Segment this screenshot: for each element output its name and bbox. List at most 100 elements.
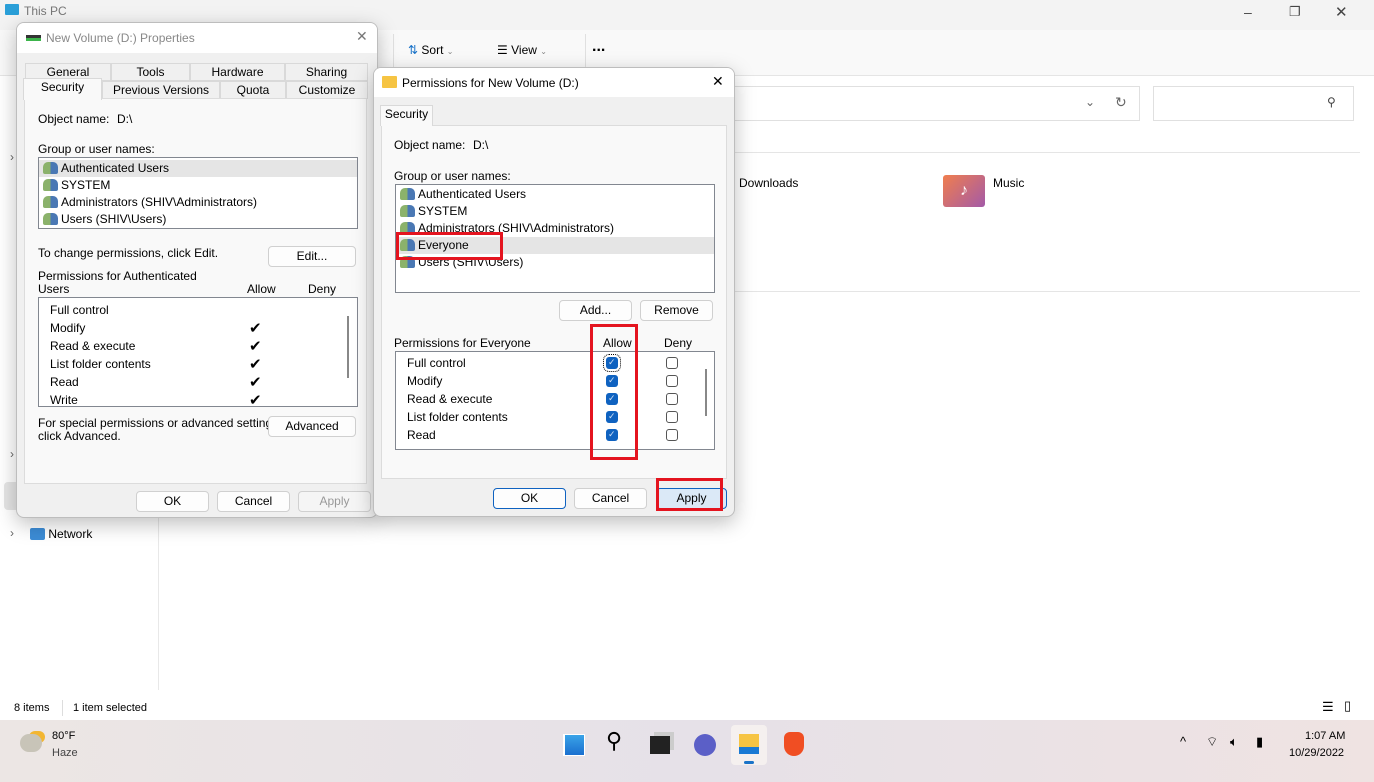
divider xyxy=(393,34,394,70)
check-icon: ✔ xyxy=(249,338,262,355)
battery-icon[interactable]: ▮ xyxy=(1256,734,1263,750)
tab-customize[interactable]: Customize xyxy=(286,81,368,99)
deny-header: Deny xyxy=(664,336,693,350)
music-folder-icon[interactable]: ♪ xyxy=(943,175,985,207)
weather-text[interactable]: Haze xyxy=(52,747,78,759)
list-item[interactable]: SYSTEM xyxy=(400,203,467,220)
item-music[interactable]: Music xyxy=(993,176,1024,190)
more-button[interactable]: ... xyxy=(592,38,605,56)
highlight-apply xyxy=(656,478,723,511)
permission-name: Full control xyxy=(50,303,109,317)
search-input[interactable] xyxy=(1153,86,1354,121)
deny-checkbox[interactable] xyxy=(666,375,678,387)
check-icon: ✔ xyxy=(249,374,262,391)
ok-button[interactable]: OK xyxy=(136,491,209,512)
file-explorer-taskbar-icon[interactable] xyxy=(731,725,767,765)
tab-security[interactable]: Security xyxy=(380,105,433,126)
tab-sharing[interactable]: Sharing xyxy=(285,63,368,81)
view-button[interactable]: ☰ View ⌄ xyxy=(497,43,547,57)
divider xyxy=(585,34,586,70)
computer-icon xyxy=(5,4,19,15)
permission-name: Modify xyxy=(407,374,443,388)
list-item[interactable]: Authenticated Users xyxy=(400,186,526,203)
weather-icon[interactable] xyxy=(20,734,42,752)
details-view-icon[interactable]: ☰ xyxy=(1322,699,1334,715)
users-list[interactable]: Authenticated Users SYSTEM Administrator… xyxy=(38,157,358,229)
close-window-button[interactable]: ✕ xyxy=(1335,3,1348,21)
list-item[interactable]: Administrators (SHIV\Administrators) xyxy=(43,194,257,211)
start-icon[interactable] xyxy=(563,734,585,756)
deny-checkbox[interactable] xyxy=(666,411,678,423)
cancel-button[interactable]: Cancel xyxy=(574,488,647,509)
edit-button[interactable]: Edit... xyxy=(268,246,356,267)
task-view-icon[interactable] xyxy=(650,736,670,754)
advanced-button[interactable]: Advanced xyxy=(268,416,356,437)
close-button[interactable]: ✕ xyxy=(356,28,368,45)
view-icon: ☰ xyxy=(497,43,508,57)
item-downloads[interactable]: Downloads xyxy=(739,176,798,190)
tiles-view-icon[interactable]: ▯ xyxy=(1344,698,1351,714)
highlight-everyone xyxy=(396,232,503,260)
tab-hardware[interactable]: Hardware xyxy=(190,63,285,81)
status-selected: 1 item selected xyxy=(73,702,147,714)
status-count: 8 items xyxy=(14,702,50,714)
check-icon: ✔ xyxy=(249,356,262,373)
chevron-right-icon[interactable]: › xyxy=(10,526,14,540)
cancel-button[interactable]: Cancel xyxy=(217,491,290,512)
allow-header: Allow xyxy=(247,282,276,296)
deny-checkbox[interactable] xyxy=(666,429,678,441)
permission-name: Full control xyxy=(407,356,466,370)
object-name-value: D:\ xyxy=(117,112,133,126)
ok-button[interactable]: OK xyxy=(493,488,566,509)
clock-date[interactable]: 10/29/2022 xyxy=(1289,747,1344,759)
volume-icon[interactable]: 🔈︎ xyxy=(1230,734,1238,750)
deny-checkbox[interactable] xyxy=(666,357,678,369)
show-hidden-icons[interactable]: ^ xyxy=(1180,734,1186,749)
permission-name: Read & execute xyxy=(407,392,493,406)
deny-checkbox[interactable] xyxy=(666,393,678,405)
dialog-title: Permissions for New Volume (D:) xyxy=(402,76,579,90)
search-taskbar-icon[interactable]: ⚲ xyxy=(606,728,622,754)
network-icon xyxy=(30,528,45,540)
nav-network[interactable]: Network xyxy=(30,527,92,541)
permissions-dialog: Permissions for New Volume (D:) ✕ Securi… xyxy=(373,67,735,517)
users-icon xyxy=(43,196,58,208)
users-icon xyxy=(400,205,415,217)
chevron-right-icon[interactable]: › xyxy=(10,447,14,461)
users-icon xyxy=(43,179,58,191)
restore-button[interactable]: ❐ xyxy=(1289,4,1301,20)
tab-previous-versions[interactable]: Previous Versions xyxy=(102,81,220,99)
properties-dialog: New Volume (D:) Properties ✕ General Too… xyxy=(16,22,378,518)
close-button[interactable]: ✕ xyxy=(712,73,724,90)
list-item[interactable]: Users (SHIV\Users) xyxy=(43,211,166,228)
chat-icon[interactable] xyxy=(694,734,716,756)
add-button[interactable]: Add... xyxy=(559,300,632,321)
brave-icon[interactable] xyxy=(784,732,804,756)
scrollbar[interactable] xyxy=(347,316,349,378)
refresh-icon[interactable]: ↻ xyxy=(1115,94,1127,111)
address-bar[interactable] xyxy=(700,86,1140,121)
clock-time[interactable]: 1:07 AM xyxy=(1305,730,1345,742)
object-name-label: Object name: xyxy=(394,138,466,152)
tab-quota[interactable]: Quota xyxy=(220,81,286,99)
list-item[interactable]: Authenticated Users xyxy=(39,160,357,177)
chevron-right-icon[interactable]: › xyxy=(10,150,14,164)
sort-button[interactable]: ⇅ Sort ⌄ xyxy=(408,43,453,57)
scrollbar[interactable] xyxy=(705,369,707,416)
folder-icon xyxy=(382,76,397,88)
apply-button[interactable]: Apply xyxy=(298,491,371,512)
weather-temp[interactable]: 80°F xyxy=(52,730,75,742)
tab-security[interactable]: Security xyxy=(23,78,102,100)
remove-button[interactable]: Remove xyxy=(640,300,713,321)
special-permissions-text: For special permissions or advanced sett… xyxy=(38,416,282,430)
special-permissions-text: click Advanced. xyxy=(38,429,121,443)
highlight-allow-column xyxy=(590,324,638,460)
object-name-label: Object name: xyxy=(38,112,110,126)
wifi-icon[interactable]: ⌔ xyxy=(1206,734,1218,750)
minimize-button[interactable]: – xyxy=(1244,4,1252,20)
chevron-down-icon[interactable]: ⌄ xyxy=(1085,95,1095,109)
check-icon: ✔ xyxy=(249,392,262,409)
permission-name: Read & execute xyxy=(50,339,136,353)
tab-tools[interactable]: Tools xyxy=(111,63,190,81)
list-item[interactable]: SYSTEM xyxy=(43,177,110,194)
